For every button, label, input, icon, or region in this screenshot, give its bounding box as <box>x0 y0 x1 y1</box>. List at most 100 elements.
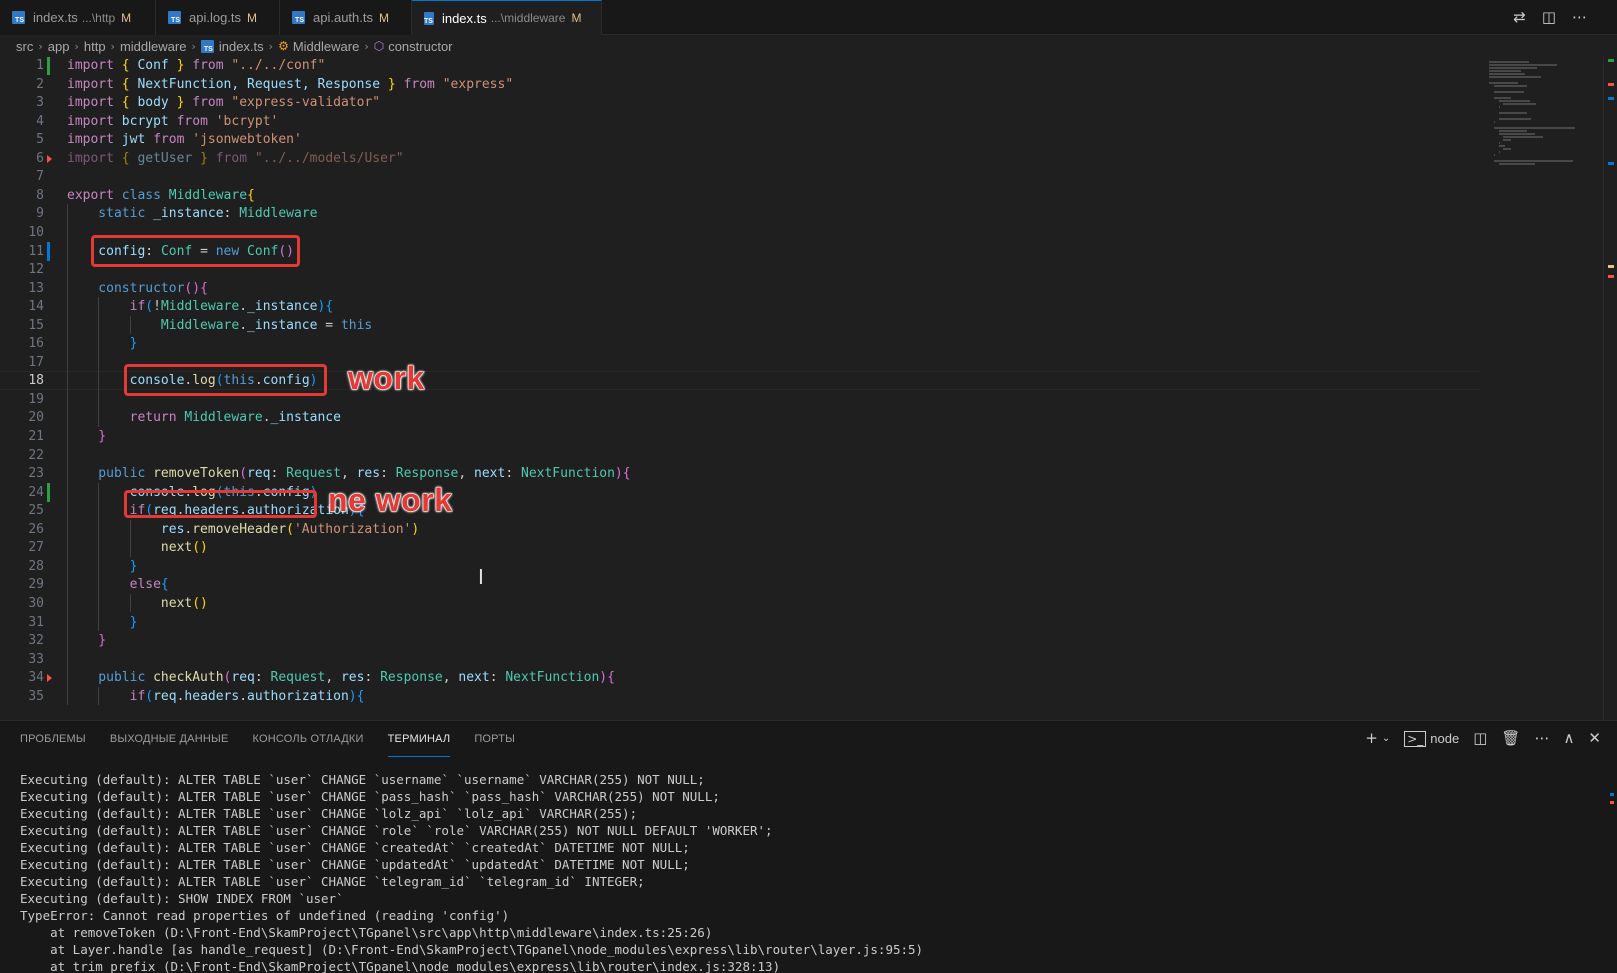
code-line[interactable]: 35 if(req.headers.authorization){ <box>0 687 1480 706</box>
breadcrumb-class[interactable]: Middleware <box>293 39 359 54</box>
code-line[interactable]: 28 } <box>0 557 1480 576</box>
scrollbar-marker <box>1608 265 1614 268</box>
panel-tab[interactable]: КОНСОЛЬ ОТЛАДКИ <box>252 721 363 757</box>
editor-tab[interactable]: TS api.log.ts M <box>156 0 280 35</box>
minimap[interactable] <box>1479 57 1599 720</box>
more-actions-icon[interactable]: ⋯ <box>1534 729 1549 747</box>
line-number: 5 <box>36 132 44 148</box>
panel-tab[interactable]: ПРОБЛЕМЫ <box>20 721 86 757</box>
code-line[interactable]: 7 <box>0 167 1480 186</box>
code-text: public removeToken(req: Request, res: Re… <box>67 466 630 482</box>
highlight-box-console-log-work <box>124 364 327 396</box>
editor-actions: ⇄ ◫ ⋯ <box>1513 8 1587 26</box>
editor-scrollbar[interactable] <box>1603 57 1617 720</box>
breadcrumb-item[interactable]: middleware <box>120 39 186 54</box>
typescript-file-icon: TS <box>12 11 25 24</box>
terminal-shell-selector[interactable]: >_ node <box>1404 730 1459 747</box>
code-token: if <box>67 688 146 704</box>
code-token: _instance <box>247 299 318 315</box>
split-editor-icon[interactable]: ◫ <box>1542 8 1556 26</box>
code-line[interactable]: 9 static _instance: Middleware <box>0 204 1480 223</box>
chevron-down-icon[interactable]: ⌄ <box>1382 733 1390 744</box>
line-number: 29 <box>28 577 44 593</box>
more-actions-icon[interactable]: ⋯ <box>1572 8 1587 26</box>
close-panel-icon[interactable]: ✕ <box>1588 729 1601 747</box>
code-line[interactable]: 5 import jwt from 'jsonwebtoken' <box>0 130 1480 149</box>
editor-tab[interactable]: TS index.ts ...\http M <box>0 0 156 35</box>
minimap-line <box>1498 118 1531 120</box>
code-token: : <box>505 466 521 482</box>
line-number: 14 <box>28 299 44 315</box>
line-number: 3 <box>36 95 44 111</box>
code-token: } <box>168 95 193 111</box>
panel-tab[interactable]: ПОРТЫ <box>474 721 515 757</box>
breadcrumb-method[interactable]: constructor <box>388 39 452 54</box>
terminal-output[interactable]: Executing (default): ALTER TABLE `user` … <box>20 771 923 973</box>
code-line[interactable]: 27 next() <box>0 538 1480 557</box>
typescript-file-icon: TS <box>292 11 305 24</box>
breadcrumb-item[interactable]: app <box>48 39 70 54</box>
code-text: return Middleware._instance <box>67 410 341 425</box>
code-line[interactable]: 33 <box>0 650 1480 669</box>
compare-changes-icon[interactable]: ⇄ <box>1513 8 1526 26</box>
editor-tab[interactable]: TS api.auth.ts M <box>280 0 412 35</box>
trash-icon[interactable]: 🗑 <box>1501 729 1520 747</box>
terminal-scrollbar[interactable] <box>1603 761 1617 973</box>
code-editor[interactable]: I 1 import { Conf } from "../../conf" 2 imp… <box>0 57 1617 720</box>
code-text: next() <box>67 540 208 555</box>
line-number: 4 <box>36 113 44 129</box>
code-token: res <box>67 521 185 537</box>
code-line[interactable]: 31 } <box>0 613 1480 632</box>
code-line[interactable]: 13 constructor(){ <box>0 279 1480 298</box>
breadcrumb-item[interactable]: http <box>84 39 106 54</box>
code-line[interactable]: 1 import { Conf } from "../../conf" <box>0 57 1480 75</box>
panel-tabs: ПРОБЛЕМЫ ВЫХОДНЫЕ ДАННЫЕ КОНСОЛЬ ОТЛАДКИ ТЕ… <box>20 721 539 757</box>
editor-tab[interactable]: TS index.ts ...\middleware M <box>412 0 602 35</box>
code-line[interactable]: 15 Middleware._instance = this <box>0 316 1480 335</box>
code-token: { <box>160 577 169 593</box>
code-token: req <box>231 670 255 686</box>
code-line[interactable]: 29 else{ <box>0 575 1480 594</box>
code-text: res.removeHeader('Authorization') <box>67 522 419 537</box>
code-line[interactable]: 6 import { getUser } from "../../models/U… <box>0 149 1480 168</box>
code-token: else <box>67 577 161 593</box>
code-token: NextFunction <box>505 670 600 686</box>
code-token: Request <box>286 466 341 482</box>
code-line[interactable]: 4 import bcrypt from 'bcrypt' <box>0 112 1480 131</box>
code-token: ) <box>599 670 608 686</box>
code-line[interactable]: 14 if(!Middleware._instance){ <box>0 297 1480 316</box>
line-number: 15 <box>28 317 44 333</box>
new-terminal-icon[interactable]: + <box>1365 729 1378 747</box>
code-text: export class Middleware{ <box>67 188 255 203</box>
terminal-line: Executing (default): SHOW INDEX FROM `us… <box>20 891 344 906</box>
panel-tab[interactable]: ВЫХОДНЫЕ ДАННЫЕ <box>110 721 229 757</box>
code-line[interactable]: 22 <box>0 446 1480 465</box>
code-line[interactable]: 21 } <box>0 427 1480 446</box>
line-number: 33 <box>28 651 44 667</box>
indent-guide <box>129 519 131 557</box>
code-token: } <box>67 633 107 649</box>
breadcrumb-file[interactable]: index.ts <box>219 39 264 54</box>
code-line[interactable]: 30 next() <box>0 594 1480 613</box>
code-token: } <box>380 76 404 92</box>
minimap-line <box>1503 136 1543 138</box>
code-line[interactable]: 2 import { NextFunction, Request, Respons… <box>0 75 1480 94</box>
code-text: constructor(){ <box>67 281 208 296</box>
minimap-line <box>1498 100 1530 102</box>
code-line[interactable]: 34 public checkAuth(req: Request, res: R… <box>0 668 1480 687</box>
code-token: { <box>356 688 365 704</box>
code-line[interactable]: 26 res.removeHeader('Authorization') <box>0 520 1480 539</box>
minimap-line <box>1489 82 1518 84</box>
split-terminal-icon[interactable]: ◫ <box>1473 729 1487 747</box>
git-deleted-marker <box>47 674 52 683</box>
panel-tab[interactable]: ТЕРМИНАЛ <box>387 721 451 757</box>
code-line[interactable]: 23 public removeToken(req: Request, res:… <box>0 464 1480 483</box>
code-line[interactable]: 20 return Middleware._instance <box>0 408 1480 427</box>
maximize-panel-icon[interactable]: ∧ <box>1563 729 1574 747</box>
breadcrumb-item[interactable]: src <box>16 39 33 54</box>
code-line[interactable]: 16 } <box>0 334 1480 353</box>
code-line[interactable]: 8 export class Middleware{ <box>0 186 1480 205</box>
terminal-line: Executing (default): ALTER TABLE `user` … <box>20 823 773 838</box>
code-line[interactable]: 32 } <box>0 631 1480 650</box>
code-line[interactable]: 3 import { body } from "express-validator… <box>0 93 1480 112</box>
